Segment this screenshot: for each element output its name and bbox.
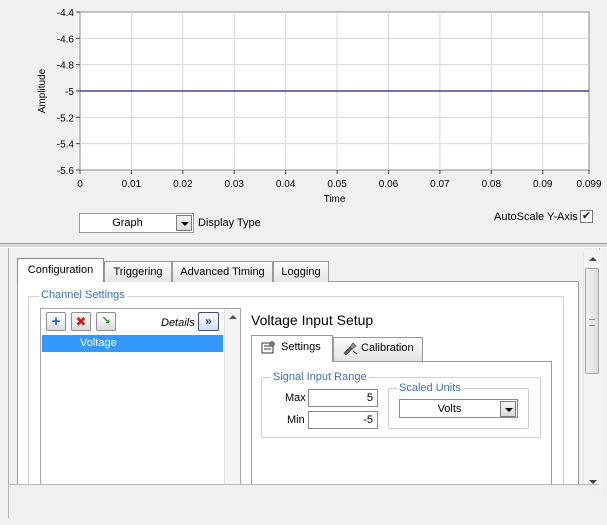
display-type-label: Display Type <box>198 217 261 229</box>
panel-border-left <box>8 248 9 488</box>
y-tick-label: -5 <box>65 87 74 98</box>
voltage-setup-title: Voltage Input Setup <box>251 312 374 328</box>
details-label: Details <box>161 317 195 329</box>
settings-icon <box>261 341 275 354</box>
tab-label: Triggering <box>113 266 163 278</box>
scroll-up-arrow-icon[interactable] <box>229 315 237 319</box>
x-tick-label: 0.01 <box>122 179 142 190</box>
x-tick-label: 0.099 <box>576 179 601 190</box>
tab-configuration[interactable]: Configuration <box>17 258 104 282</box>
autoscale-checkbox[interactable]: ✔ <box>580 210 593 223</box>
scaled-units-value: Volts <box>437 403 462 415</box>
x-tick-label: 0.06 <box>379 179 399 190</box>
y-tick-label: -5.2 <box>57 113 75 124</box>
x-tick-label: 0.02 <box>173 179 193 190</box>
channel-list-toolbar <box>41 309 223 334</box>
list-item[interactable]: Voltage <box>42 335 223 352</box>
tab-settings[interactable]: Settings <box>251 335 333 362</box>
x-axis-title: Time <box>324 194 346 205</box>
double-chevron-right-icon: » <box>205 314 212 328</box>
autoscale-label: AutoScale Y-Axis <box>494 211 578 223</box>
chevron-down-icon[interactable] <box>176 215 192 231</box>
min-input[interactable]: -5 <box>308 411 378 429</box>
tab-calibration[interactable]: Calibration <box>333 337 423 361</box>
x-tick-label: 0.03 <box>225 179 245 190</box>
remove-x-icon: ✖ <box>75 314 87 329</box>
channel-name: Voltage <box>80 337 117 349</box>
scroll-up-arrow-icon[interactable] <box>589 257 597 261</box>
channel-settings-legend: Channel Settings <box>39 289 127 301</box>
tab-label: Logging <box>281 266 321 278</box>
x-tick-label: 0.04 <box>276 179 296 190</box>
x-tick-label: 0 <box>77 179 83 190</box>
max-label: Max <box>285 392 306 404</box>
y-tick-label: -5.4 <box>57 140 75 151</box>
tab-logging[interactable]: Logging <box>273 261 329 282</box>
display-type-value: Graph <box>112 217 143 229</box>
display-type-dropdown[interactable]: Graph <box>79 213 194 233</box>
scaled-units-dropdown[interactable]: Volts <box>399 399 518 418</box>
signal-input-range-legend: Signal Input Range <box>271 371 369 383</box>
y-axis-title: Amplitude <box>37 68 48 113</box>
add-channel-button[interactable]: + <box>46 312 66 331</box>
remove-channel-button[interactable]: ✖ <box>71 312 91 331</box>
channel-options-icon: ↘ <box>101 315 111 327</box>
x-tick-label: 0.07 <box>430 179 450 190</box>
scaled-units-legend: Scaled Units <box>397 382 463 394</box>
calibration-icon <box>343 342 358 355</box>
y-tick-label: -4.8 <box>57 61 75 72</box>
tab-advanced-timing[interactable]: Advanced Timing <box>172 261 273 282</box>
plus-icon: + <box>51 313 61 330</box>
y-tick-label: -4.4 <box>57 8 75 19</box>
x-tick-label: 0.08 <box>482 179 502 190</box>
min-label: Min <box>287 414 305 426</box>
main-scroll-thumb[interactable] <box>585 268 599 374</box>
tab-label: Configuration <box>27 264 94 276</box>
graph-panel: 0 0.01 0.02 0.03 0.04 0.05 0.06 0.07 0.08 0.09 0.0… <box>0 0 607 243</box>
max-input[interactable]: 5 <box>308 389 378 407</box>
tab-label: Settings <box>281 341 321 353</box>
chevron-down-icon[interactable] <box>500 401 516 417</box>
x-tick-label: 0.05 <box>327 179 347 190</box>
min-value: -5 <box>363 414 373 426</box>
status-bar <box>8 484 599 518</box>
waveform-graph[interactable]: 0 0.01 0.02 0.03 0.04 0.05 0.06 0.07 0.08 0.09 0.0… <box>0 0 607 243</box>
tab-label: Advanced Timing <box>180 266 265 278</box>
y-tick-label: -4.6 <box>57 34 75 45</box>
max-value: 5 <box>366 392 373 404</box>
channel-options-button[interactable]: ↘ <box>96 312 116 331</box>
details-expand-button[interactable]: » <box>198 312 219 331</box>
tab-triggering[interactable]: Triggering <box>104 261 172 282</box>
channel-list-scrollbar[interactable] <box>224 309 240 491</box>
x-tick-label: 0.09 <box>533 179 553 190</box>
tab-label: Calibration <box>361 342 414 354</box>
y-tick-label: -5.6 <box>57 166 75 177</box>
